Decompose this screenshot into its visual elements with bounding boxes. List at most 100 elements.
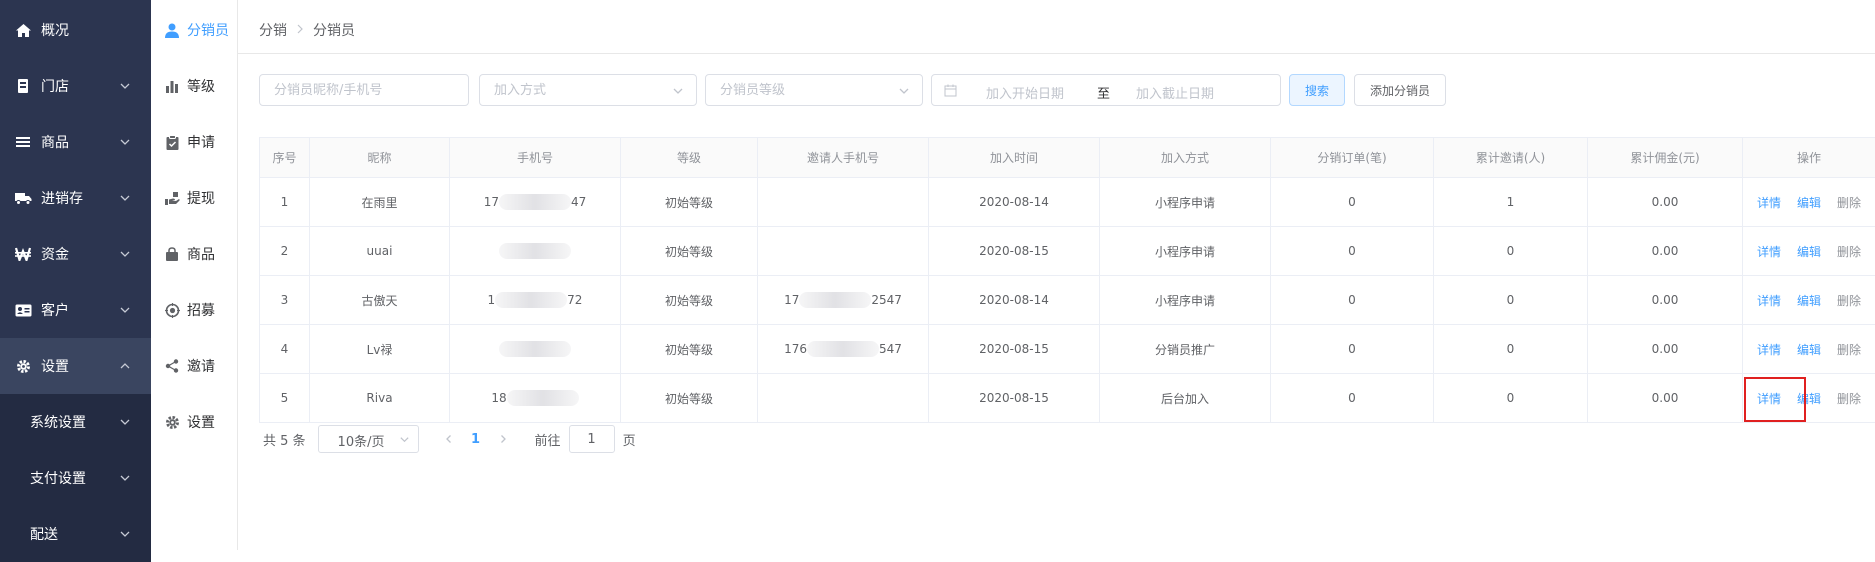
prev-page-button[interactable] [437, 425, 461, 453]
delete-link[interactable]: 删除 [1837, 243, 1861, 260]
detail-link[interactable]: 详情 [1757, 243, 1781, 260]
sidebar-item-2[interactable]: 门店 [0, 58, 151, 114]
subnav-item-7[interactable]: 邀请 [151, 338, 238, 394]
cell-nickname: Riva [310, 374, 450, 423]
subnav-item-6[interactable]: 招募 [151, 282, 238, 338]
delete-link[interactable]: 删除 [1837, 194, 1861, 211]
goto-page-input[interactable] [569, 425, 615, 453]
distributor-level-select[interactable] [705, 74, 923, 106]
cell-nickname: 在雨里 [310, 178, 450, 227]
cell-orders: 0 [1271, 374, 1434, 423]
cell-join_method: 小程序申请 [1100, 178, 1271, 227]
redacted-blur [807, 341, 879, 357]
subnav-item-3[interactable]: 申请 [151, 114, 238, 170]
column-header: 昵称 [310, 138, 450, 178]
end-date-input[interactable]: 加入截止日期 [1136, 83, 1214, 102]
chevron-down-icon [119, 472, 131, 484]
subnav-item-8[interactable]: 设置 [151, 394, 238, 450]
user-icon [164, 22, 180, 38]
cell-phone: 172 [450, 276, 621, 325]
delete-link[interactable]: 删除 [1837, 390, 1861, 407]
sidebar-item-7[interactable]: 设置 [0, 338, 151, 394]
delete-link[interactable]: 删除 [1837, 292, 1861, 309]
detail-link[interactable]: 详情 [1757, 194, 1781, 211]
sidebar-item-1[interactable]: 概况 [0, 2, 151, 58]
breadcrumb-parent[interactable]: 分销 [259, 20, 287, 40]
cell-join_time: 2020-08-15 [929, 325, 1100, 374]
cell-orders: 0 [1271, 325, 1434, 374]
join-method-input[interactable] [480, 75, 696, 105]
subnav-item-5[interactable]: 商品 [151, 226, 238, 282]
cell-index: 5 [260, 374, 310, 423]
cell-level: 初始等级 [621, 227, 758, 276]
sidebar-item-label: 门店 [41, 76, 69, 96]
column-header: 序号 [260, 138, 310, 178]
sidebar-item-label: 资金 [41, 244, 69, 264]
page-size-select[interactable]: 10条/页 [318, 425, 419, 453]
sidebar-subitem-1[interactable]: 系统设置 [0, 394, 151, 450]
primary-sidebar: 概况门店商品进销存资金客户设置系统设置支付设置配送 [0, 0, 151, 550]
sidebar-subitem-2[interactable]: 支付设置 [0, 450, 151, 506]
cell-join_time: 2020-08-14 [929, 178, 1100, 227]
subnav-item-2[interactable]: 等级 [151, 58, 238, 114]
redacted-blur [799, 292, 871, 308]
phone-visible-start: 18 [491, 391, 506, 405]
chevron-down-icon [119, 528, 131, 540]
cell-actions: 详情编辑删除 [1743, 178, 1875, 227]
sidebar-subitem-3[interactable]: 配送 [0, 506, 151, 562]
edit-link[interactable]: 编辑 [1797, 341, 1821, 358]
phone-visible-start: 17 [484, 195, 499, 209]
cell-commission: 0.00 [1588, 276, 1743, 325]
start-date-input[interactable]: 加入开始日期 [986, 83, 1064, 102]
cell-join_time: 2020-08-15 [929, 227, 1100, 276]
subnav-item-1[interactable]: 分销员 [151, 2, 238, 58]
column-header: 累计佣金(元) [1588, 138, 1743, 178]
cell-invites: 0 [1434, 374, 1588, 423]
subnav-item-label: 申请 [187, 132, 215, 152]
distributor-level-input[interactable] [706, 75, 922, 105]
total-count: 共 5 条 [263, 430, 306, 449]
cell-actions: 详情编辑删除 [1743, 325, 1875, 374]
detail-link[interactable]: 详情 [1757, 341, 1781, 358]
join-date-range-picker[interactable]: 加入开始日期 至 加入截止日期 [931, 74, 1281, 106]
cell-level: 初始等级 [621, 325, 758, 374]
breadcrumb-current: 分销员 [313, 20, 355, 40]
cell-level: 初始等级 [621, 276, 758, 325]
keyword-search-field[interactable] [259, 74, 469, 106]
edit-link[interactable]: 编辑 [1797, 194, 1821, 211]
cell-phone [450, 325, 621, 374]
chevron-down-icon [119, 80, 131, 92]
delete-link[interactable]: 删除 [1837, 341, 1861, 358]
cell-orders: 0 [1271, 178, 1434, 227]
edit-link[interactable]: 编辑 [1797, 243, 1821, 260]
column-header: 操作 [1743, 138, 1875, 178]
cell-index: 4 [260, 325, 310, 374]
sidebar-item-label: 商品 [41, 132, 69, 152]
detail-link[interactable]: 详情 [1757, 292, 1781, 309]
sidebar-item-3[interactable]: 商品 [0, 114, 151, 170]
search-button[interactable]: 搜索 [1289, 74, 1345, 106]
redacted-blur [499, 243, 571, 259]
chevron-down-icon [119, 136, 131, 148]
cell-commission: 0.00 [1588, 227, 1743, 276]
breadcrumb-separator-icon [296, 23, 304, 37]
pagination: 共 5 条 10条/页 1 前往 页 [263, 425, 636, 453]
phone-visible-end: 47 [571, 195, 586, 209]
keyword-search-input[interactable] [260, 75, 468, 105]
sidebar-item-4[interactable]: 进销存 [0, 170, 151, 226]
cell-commission: 0.00 [1588, 325, 1743, 374]
sidebar-subitem-label: 系统设置 [30, 412, 86, 432]
current-page-number[interactable]: 1 [461, 432, 491, 447]
next-page-button[interactable] [491, 425, 515, 453]
join-method-select[interactable] [479, 74, 697, 106]
cell-join_method: 后台加入 [1100, 374, 1271, 423]
distributor-table: 序号昵称手机号等级邀请人手机号加入时间加入方式分销订单(笔)累计邀请(人)累计佣… [259, 137, 1875, 423]
chevron-down-icon [399, 434, 410, 445]
subnav-item-4[interactable]: 提现 [151, 170, 238, 226]
edit-link[interactable]: 编辑 [1797, 292, 1821, 309]
add-distributor-button[interactable]: 添加分销员 [1354, 74, 1446, 106]
sidebar-item-label: 设置 [41, 356, 69, 376]
sidebar-item-6[interactable]: 客户 [0, 282, 151, 338]
table-row: 1在雨里1747初始等级2020-08-14小程序申请010.00详情编辑删除 [260, 178, 1875, 227]
sidebar-item-5[interactable]: 资金 [0, 226, 151, 282]
